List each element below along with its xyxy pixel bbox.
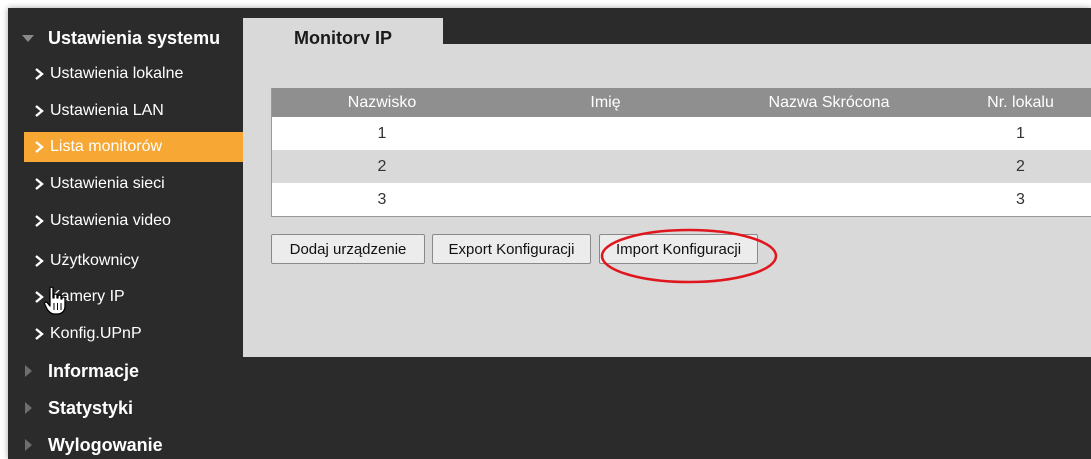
table-header: Nazwisko Imię Nazwa Skrócona Nr. lokalu: [272, 88, 1091, 117]
table-cell: [719, 183, 939, 216]
sidebar-item-network-settings[interactable]: Ustawienia sieci: [24, 169, 244, 199]
sidebar-section-label: Wylogowanie: [48, 434, 163, 455]
highlight-circle: [600, 228, 778, 284]
sidebar-item-users[interactable]: Użytkownicy: [24, 246, 244, 276]
column-header[interactable]: Nr. lokalu: [939, 88, 1091, 117]
chevron-right-icon: [24, 105, 50, 117]
sidebar-item-video-settings[interactable]: Ustawienia video: [24, 206, 244, 236]
chevron-right-icon: [24, 215, 50, 227]
table-cell: 2: [1016, 157, 1025, 175]
app-window: Ustawienia systemu Ustawienia lokalne Us…: [8, 8, 1091, 459]
table-row[interactable]: 2 2: [272, 150, 1091, 183]
sidebar: Ustawienia systemu Ustawienia lokalne Us…: [8, 8, 244, 459]
triangle-down-icon: [8, 34, 48, 42]
sidebar-section-label: Informacje: [48, 360, 140, 381]
table-cell: 1: [1016, 124, 1025, 142]
triangle-right-icon: [8, 439, 48, 451]
table-cell: [492, 117, 719, 150]
column-header[interactable]: Nazwa Skrócona: [719, 88, 939, 117]
triangle-right-icon: [8, 365, 48, 377]
sidebar-item-label: Ustawienia sieci: [50, 175, 165, 192]
table-cell: 3: [1016, 190, 1025, 208]
add-device-button[interactable]: Dodaj urządzenie: [271, 234, 425, 264]
chevron-right-icon: [24, 141, 50, 153]
sidebar-section-logout[interactable]: Wylogowanie: [8, 427, 244, 459]
table-row[interactable]: 3 3: [272, 183, 1091, 217]
sidebar-item-label: Ustawienia lokalne: [50, 65, 184, 82]
sidebar-section-statistics[interactable]: Statystyki: [8, 390, 244, 426]
sidebar-section-label: Statystyki: [48, 397, 134, 418]
sidebar-item-monitor-list[interactable]: Lista monitorów: [24, 132, 244, 162]
sidebar-item-label: Ustawienia LAN: [50, 102, 164, 119]
chevron-right-icon: [24, 178, 50, 190]
sidebar-section-info[interactable]: Informacje: [8, 353, 244, 389]
triangle-right-icon: [8, 402, 48, 414]
export-config-button[interactable]: Export Konfiguracji: [432, 234, 591, 264]
chevron-right-icon: [24, 328, 50, 340]
sidebar-item-label: Lista monitorów: [50, 138, 163, 155]
sidebar-item-label: Użytkownicy: [50, 252, 139, 269]
content-panel: Nazwisko Imię Nazwa Skrócona Nr. lokalu …: [243, 44, 1091, 357]
chevron-right-icon: [24, 255, 50, 267]
table-cell: 1: [377, 124, 387, 142]
sidebar-section-system-settings[interactable]: Ustawienia systemu: [8, 20, 244, 56]
column-header[interactable]: Imię: [492, 88, 719, 117]
monitors-table: Nazwisko Imię Nazwa Skrócona Nr. lokalu …: [271, 88, 1091, 217]
sidebar-item-local-settings[interactable]: Ustawienia lokalne: [24, 59, 244, 89]
sidebar-section-label: Ustawienia systemu: [48, 27, 221, 48]
sidebar-item-upnp-config[interactable]: Konfig.UPnP: [24, 319, 244, 349]
table-cell: 2: [377, 157, 387, 175]
column-header[interactable]: Nazwisko: [272, 88, 492, 117]
hand-cursor-icon: [44, 286, 66, 315]
chevron-right-icon: [24, 68, 50, 80]
sidebar-item-lan-settings[interactable]: Ustawienia LAN: [24, 96, 244, 126]
table-cell: [492, 150, 719, 183]
table-cell: 3: [377, 190, 387, 208]
table-cell: [719, 117, 939, 150]
table-cell: [719, 150, 939, 183]
table-row[interactable]: 1 1: [272, 117, 1091, 150]
sidebar-item-label: Konfig.UPnP: [50, 325, 142, 342]
sidebar-item-label: Ustawienia video: [50, 212, 171, 229]
table-cell: [492, 183, 719, 216]
